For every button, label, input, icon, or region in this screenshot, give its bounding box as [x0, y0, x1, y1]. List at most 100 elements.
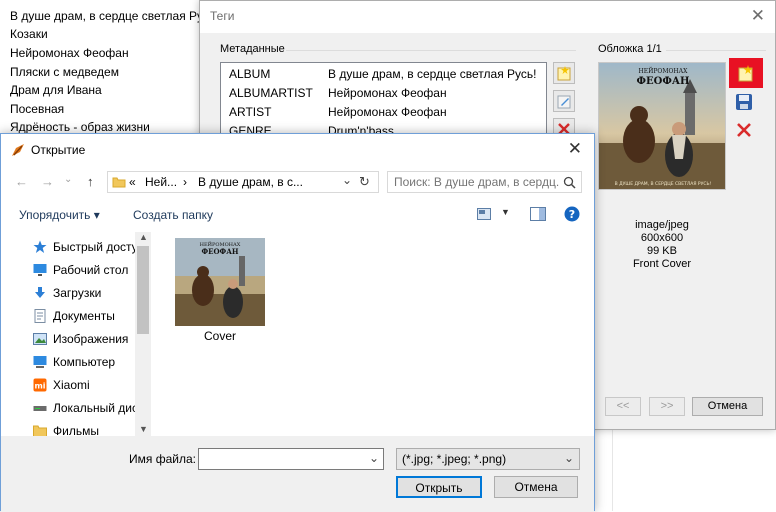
filename-label: Имя файла:: [129, 452, 196, 466]
documents-icon: [34, 309, 46, 323]
chevron-down-icon[interactable]: ⌄: [64, 174, 72, 185]
file-name: Cover: [203, 329, 236, 343]
breadcrumb-item[interactable]: В душе драм, в с...: [198, 175, 303, 189]
playlist-item[interactable]: Козаки: [10, 25, 210, 44]
close-icon[interactable]: ✕: [751, 6, 765, 26]
metadata-group-label: Метаданные: [220, 43, 285, 55]
nav-item-label: Фильмы: [53, 424, 99, 436]
edit-icon: [557, 95, 571, 109]
forward-arrow-icon[interactable]: →: [41, 174, 54, 189]
chevron-down-icon[interactable]: ⌄: [564, 451, 574, 465]
file-item[interactable]: НЕЙРОМОНАХ ФЕОФАН Cover: [175, 238, 265, 343]
svg-text:?: ?: [569, 208, 575, 221]
svg-text:mi: mi: [34, 382, 45, 391]
nav-item-movies[interactable]: Фильмы: [31, 420, 151, 436]
nav-item-quick-access[interactable]: Быстрый доступ: [31, 236, 151, 258]
search-box[interactable]: [387, 171, 582, 193]
breadcrumb-item[interactable]: Ней...: [145, 175, 177, 189]
edit-tag-button[interactable]: [553, 90, 575, 112]
save-cover-button[interactable]: [733, 91, 755, 113]
metadata-value: Нейромонах Феофан: [328, 105, 447, 119]
cover-dimensions: 600x600: [640, 232, 684, 244]
cancel-button[interactable]: Отмена: [692, 397, 763, 416]
metadata-list[interactable]: ALBUM В душе драм, в сердце светлая Русь…: [220, 62, 547, 142]
cover-text: ФЕОФАН: [201, 247, 238, 256]
metadata-key: ALBUMARTIST: [229, 86, 313, 100]
delete-icon: [737, 123, 751, 137]
close-icon[interactable]: ✕: [568, 139, 582, 159]
nav-scrollbar[interactable]: ▲ ▼: [135, 232, 151, 436]
background-panel: [612, 430, 776, 511]
nav-item-xiaomi[interactable]: mi Xiaomi: [31, 374, 151, 396]
nav-item-label: Компьютер: [53, 355, 116, 369]
next-cover-button[interactable]: >>: [649, 397, 685, 416]
prev-cover-button[interactable]: <<: [605, 397, 641, 416]
back-arrow-icon[interactable]: ←: [15, 174, 28, 189]
organize-button[interactable]: Упорядочить ▾: [19, 208, 100, 222]
nav-item-label: Локальный диск: [53, 401, 144, 415]
add-cover-button[interactable]: [729, 58, 763, 88]
add-icon: [738, 65, 753, 82]
metadata-row[interactable]: ALBUM В душе драм, в сердце светлая Русь…: [221, 65, 546, 84]
nav-item-desktop[interactable]: Рабочий стол 📌: [31, 259, 151, 281]
cover-type: Front Cover: [632, 258, 692, 270]
file-list[interactable]: НЕЙРОМОНАХ ФЕОФАН Cover: [153, 232, 594, 436]
help-icon[interactable]: ?: [564, 206, 580, 222]
playlist-item[interactable]: Посевная: [10, 100, 210, 119]
metadata-row[interactable]: ARTIST Нейромонах Феофан: [221, 103, 546, 122]
command-bar: Упорядочить ▾ Создать папку ▼ ?: [1, 200, 594, 230]
save-icon: [736, 94, 752, 110]
search-input[interactable]: [394, 174, 559, 190]
chevron-down-icon[interactable]: ⌄: [369, 451, 379, 465]
open-file-dialog: Открытие ✕ ← → ⌄ ↑ « Ней... › В душе дра…: [0, 133, 595, 512]
download-icon: [35, 287, 45, 298]
cover-text: НЕЙРОМОНАХ: [639, 67, 689, 75]
new-folder-button[interactable]: Создать папку: [133, 208, 213, 222]
nav-item-label: Документы: [53, 309, 115, 323]
file-type-value: (*.jpg; *.jpeg; *.png): [402, 452, 507, 466]
nav-item-documents[interactable]: Документы 📌: [31, 305, 151, 327]
nav-item-local-disk[interactable]: Локальный диск: [31, 397, 151, 419]
cover-group-label: Обложка 1/1: [598, 43, 662, 55]
playlist-item[interactable]: Пляски с медведем: [10, 63, 210, 82]
star-icon: [33, 240, 47, 253]
nav-item-pictures[interactable]: Изображения 📌: [31, 328, 151, 350]
metadata-key: ARTIST: [229, 105, 272, 119]
scroll-down-icon[interactable]: ▼: [139, 424, 148, 434]
navigation-pane: Быстрый доступ Рабочий стол 📌 Загрузки 📌…: [21, 232, 151, 436]
metadata-row[interactable]: ALBUMARTIST Нейромонах Феофан: [221, 84, 546, 103]
up-arrow-icon[interactable]: ↑: [87, 174, 94, 189]
scroll-up-icon[interactable]: ▲: [139, 232, 148, 242]
file-type-select[interactable]: (*.jpg; *.jpeg; *.png) ⌄: [396, 448, 580, 470]
playlist-item[interactable]: Нейромонах Феофан: [10, 44, 210, 63]
cover-mime: image/jpeg: [635, 219, 689, 231]
group-divider: [286, 50, 576, 51]
scrollbar-thumb[interactable]: [137, 246, 149, 334]
refresh-icon[interactable]: ↻: [359, 174, 370, 190]
playlist-item[interactable]: В душе драм, в сердце светлая Русь!: [10, 7, 210, 26]
open-titlebar: Открытие ✕: [1, 134, 594, 166]
chevron-down-icon[interactable]: ⌄: [342, 173, 352, 187]
chevron-down-icon[interactable]: ▼: [501, 207, 510, 217]
nav-item-computer[interactable]: Компьютер 📌: [31, 351, 151, 373]
tags-titlebar: Теги ✕: [200, 1, 775, 33]
nav-item-label: Быстрый доступ: [53, 240, 145, 254]
add-tag-button[interactable]: [553, 62, 575, 84]
playlist-item[interactable]: Драм для Ивана: [10, 81, 210, 100]
nav-item-downloads[interactable]: Загрузки 📌: [31, 282, 151, 304]
metadata-value: Нейромонах Феофан: [328, 86, 447, 100]
filename-field[interactable]: ⌄: [198, 448, 384, 470]
search-icon: [563, 176, 576, 189]
open-button[interactable]: Открыть: [396, 476, 482, 498]
delete-cover-button[interactable]: [733, 119, 755, 141]
address-bar[interactable]: « Ней... › В душе драм, в с... ⌄ ↻: [107, 171, 379, 193]
group-divider: [666, 50, 766, 51]
cancel-button[interactable]: Отмена: [494, 476, 578, 498]
drive-icon: [33, 406, 47, 411]
nav-item-label: Рабочий стол: [53, 263, 129, 277]
view-icon[interactable]: [477, 208, 491, 220]
preview-pane-icon[interactable]: [530, 207, 546, 221]
nav-item-label: Загрузки: [53, 286, 102, 300]
computer-icon: [33, 356, 47, 368]
filename-input[interactable]: [203, 451, 363, 467]
